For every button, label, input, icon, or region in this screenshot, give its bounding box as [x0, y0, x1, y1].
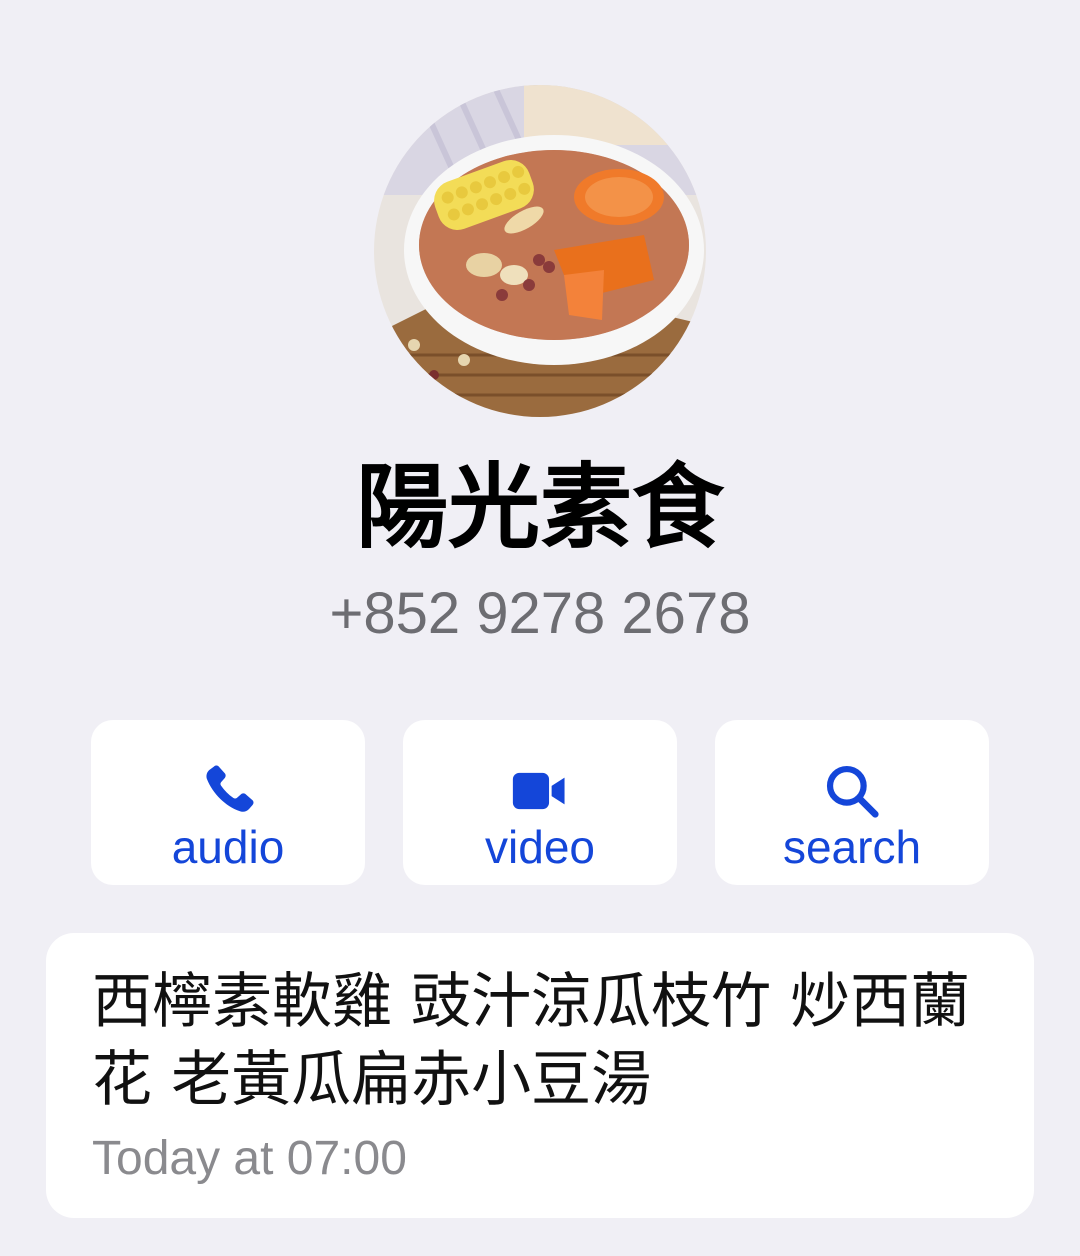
audio-call-button[interactable]: audio — [91, 720, 365, 885]
video-label: video — [485, 821, 595, 873]
search-label: search — [782, 821, 922, 873]
contact-avatar[interactable] — [374, 85, 706, 417]
video-camera-icon — [403, 760, 677, 822]
search-icon — [715, 760, 989, 822]
soup-bowl-photo — [374, 85, 706, 417]
status-message-text: 西檸素軟雞 豉汁涼瓜枝竹 炒西蘭花 老黃瓜扁赤小豆湯 — [92, 967, 971, 1115]
phone-icon — [91, 760, 365, 822]
contact-name: 陽光素食 — [355, 454, 724, 561]
status-message-time: Today at 07:00 — [92, 1132, 407, 1185]
audio-label: audio — [171, 821, 285, 873]
video-call-button[interactable]: video — [403, 720, 677, 885]
search-button[interactable]: search — [715, 720, 989, 885]
status-message-card[interactable]: 西檸素軟雞 豉汁涼瓜枝竹 炒西蘭花 老黃瓜扁赤小豆湯 Today at 07:0… — [46, 933, 1034, 1218]
contact-phone[interactable]: +852 9278 2678 — [0, 578, 1080, 650]
